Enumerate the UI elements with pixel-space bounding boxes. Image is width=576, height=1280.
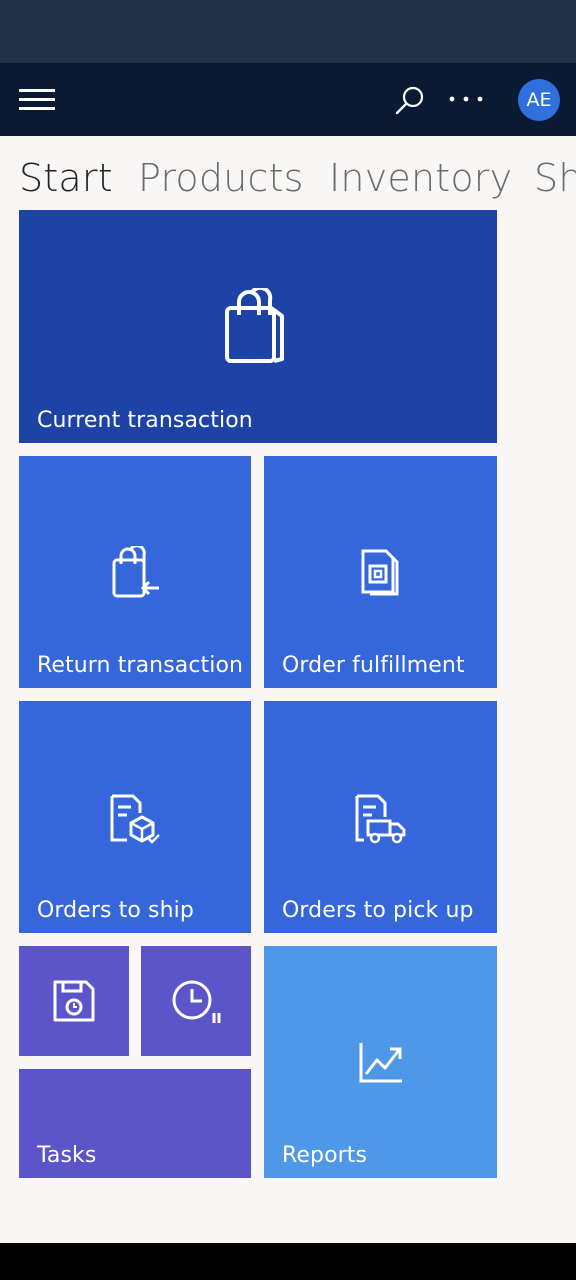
- save-disk-icon: [53, 980, 95, 1022]
- order-document-icon: [361, 549, 399, 596]
- return-transaction-tile[interactable]: Return transaction: [19, 456, 251, 688]
- more-options-icon[interactable]: [446, 89, 486, 109]
- tab-inventory[interactable]: Inventory: [329, 156, 512, 200]
- timeclock-tile[interactable]: [141, 946, 251, 1056]
- tile-label: Order fulfillment: [282, 653, 465, 678]
- system-navigation-bar: [0, 1243, 576, 1280]
- user-avatar[interactable]: AE: [518, 79, 560, 121]
- orders-to-ship-tile[interactable]: Orders to ship: [19, 701, 251, 933]
- tile-label: Reports: [282, 1143, 368, 1168]
- pickup-truck-icon: [355, 794, 406, 844]
- return-bag-icon: [112, 546, 159, 598]
- shopping-bag-icon: [225, 288, 284, 363]
- tile-label: Tasks: [37, 1143, 97, 1168]
- tab-products[interactable]: Products: [138, 156, 304, 200]
- current-transaction-tile[interactable]: Current transaction: [19, 210, 497, 443]
- order-fulfillment-tile[interactable]: Order fulfillment: [264, 456, 497, 688]
- status-bar: [0, 0, 576, 63]
- app-header: AE: [0, 63, 576, 136]
- tile-label: Orders to pick up: [282, 898, 474, 923]
- tile-label: Orders to ship: [37, 898, 194, 923]
- tasks-tile[interactable]: Tasks: [19, 1069, 251, 1178]
- timeclock-icon: [172, 980, 221, 1023]
- search-icon[interactable]: [394, 85, 426, 117]
- chart-trend-icon: [359, 1043, 402, 1083]
- save-tile[interactable]: [19, 946, 129, 1056]
- tile-label: Current transaction: [37, 408, 253, 433]
- tab-bar: Start Products Inventory Sh: [0, 136, 576, 210]
- hamburger-menu-icon[interactable]: [19, 89, 55, 111]
- orders-to-pick-up-tile[interactable]: Orders to pick up: [264, 701, 497, 933]
- reports-tile[interactable]: Reports: [264, 946, 497, 1178]
- tab-start[interactable]: Start: [19, 156, 113, 200]
- tab-shipping[interactable]: Sh: [534, 156, 576, 200]
- tile-label: Return transaction: [37, 653, 244, 678]
- ship-package-icon: [110, 794, 160, 844]
